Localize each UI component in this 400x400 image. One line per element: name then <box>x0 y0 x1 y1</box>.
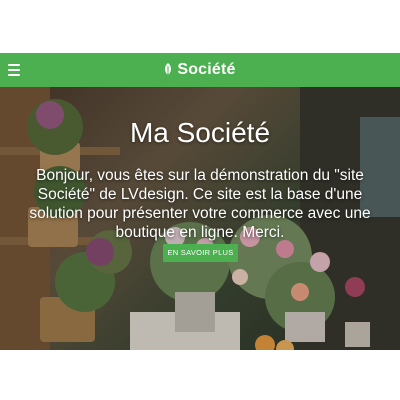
hero-description: Bonjour, vous êtes sur la démonstration … <box>29 167 371 241</box>
hamburger-menu-icon[interactable] <box>8 62 22 78</box>
hero-title: Ma Société <box>129 117 271 148</box>
brand-name: Société <box>177 61 236 78</box>
learn-more-button[interactable]: EN SAVOIR PLUS <box>163 244 238 262</box>
leaf-icon <box>165 63 172 77</box>
brand-logo[interactable]: Société <box>164 61 235 79</box>
top-navigation-bar: Société <box>0 53 400 87</box>
